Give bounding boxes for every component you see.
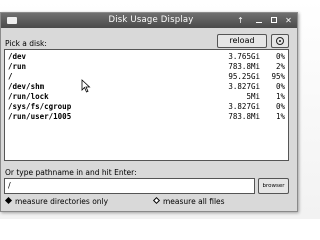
radio-selected-icon	[4, 196, 13, 205]
disk-path: /	[8, 72, 13, 81]
target-toggle-button[interactable]	[271, 34, 289, 48]
window-title: Disk Usage Display	[108, 15, 194, 25]
browser-button[interactable]: browser	[258, 178, 289, 194]
disk-row[interactable]: /run/user/1005 783.8Mi 1%	[5, 112, 288, 122]
close-icon[interactable]: ✕	[283, 15, 294, 26]
disk-size: 783.8Mi	[228, 112, 260, 121]
raise-window-icon[interactable]: ↑	[235, 15, 246, 26]
radio-measure-all-files[interactable]: measure all files	[152, 196, 225, 207]
disk-size: 5Mi	[246, 92, 260, 101]
disk-size: 783.8Mi	[228, 62, 260, 71]
disk-path: /sys/fs/cgroup	[8, 102, 72, 111]
disk-path: /dev	[8, 52, 27, 61]
disk-row[interactable]: /sys/fs/cgroup 3.827Gi 0%	[5, 102, 288, 112]
disk-size: 3.827Gi	[228, 82, 260, 91]
minimize-icon[interactable]	[253, 15, 264, 26]
radio-unselected-icon	[152, 196, 161, 205]
disk-usage-window: Disk Usage Display ↑ ✕ Pick a disk: relo…	[0, 12, 298, 212]
disk-percent: 0%	[275, 82, 285, 91]
disk-percent: 1%	[275, 92, 285, 101]
window-menu-icon[interactable]	[7, 17, 17, 24]
disk-path: /run/lock	[8, 92, 49, 101]
disk-percent: 0%	[275, 102, 285, 111]
disk-row[interactable]: / 95.25Gi 95%	[5, 72, 288, 82]
pathname-input[interactable]: /	[4, 178, 255, 194]
disk-size: 95.25Gi	[228, 72, 260, 81]
target-ring-icon	[276, 37, 284, 45]
disk-path: /run	[8, 62, 27, 71]
disk-row[interactable]: /run/lock 5Mi 1%	[5, 92, 288, 102]
disk-path: /dev/shm	[8, 82, 45, 91]
disk-path: /run/user/1005	[8, 112, 72, 121]
maximize-icon[interactable]	[268, 15, 279, 26]
disk-size: 3.765Gi	[228, 52, 260, 61]
disk-percent: 0%	[275, 52, 285, 61]
disk-size: 3.827Gi	[228, 102, 260, 111]
disk-percent: 2%	[275, 62, 285, 71]
reload-button[interactable]: reload	[217, 34, 267, 48]
disk-row[interactable]: /dev 3.765Gi 0%	[5, 52, 288, 62]
mouse-pointer-icon	[81, 79, 91, 93]
disk-row[interactable]: /dev/shm 3.827Gi 0%	[5, 82, 288, 92]
title-bar[interactable]: Disk Usage Display ↑ ✕	[1, 13, 297, 28]
disk-list[interactable]: /dev 3.765Gi 0% /run 783.8Mi 2% / 95.25G…	[4, 49, 289, 161]
disk-percent: 95%	[271, 72, 285, 81]
pick-disk-label: Pick a disk:	[5, 39, 47, 48]
radio-label: measure all files	[163, 197, 225, 206]
disk-percent: 1%	[275, 112, 285, 121]
disk-row[interactable]: /run 783.8Mi 2%	[5, 62, 288, 72]
radio-measure-directories[interactable]: measure directories only	[4, 196, 109, 207]
radio-label: measure directories only	[15, 197, 109, 206]
pathname-label: Or type pathname in and hit Enter:	[5, 168, 137, 177]
